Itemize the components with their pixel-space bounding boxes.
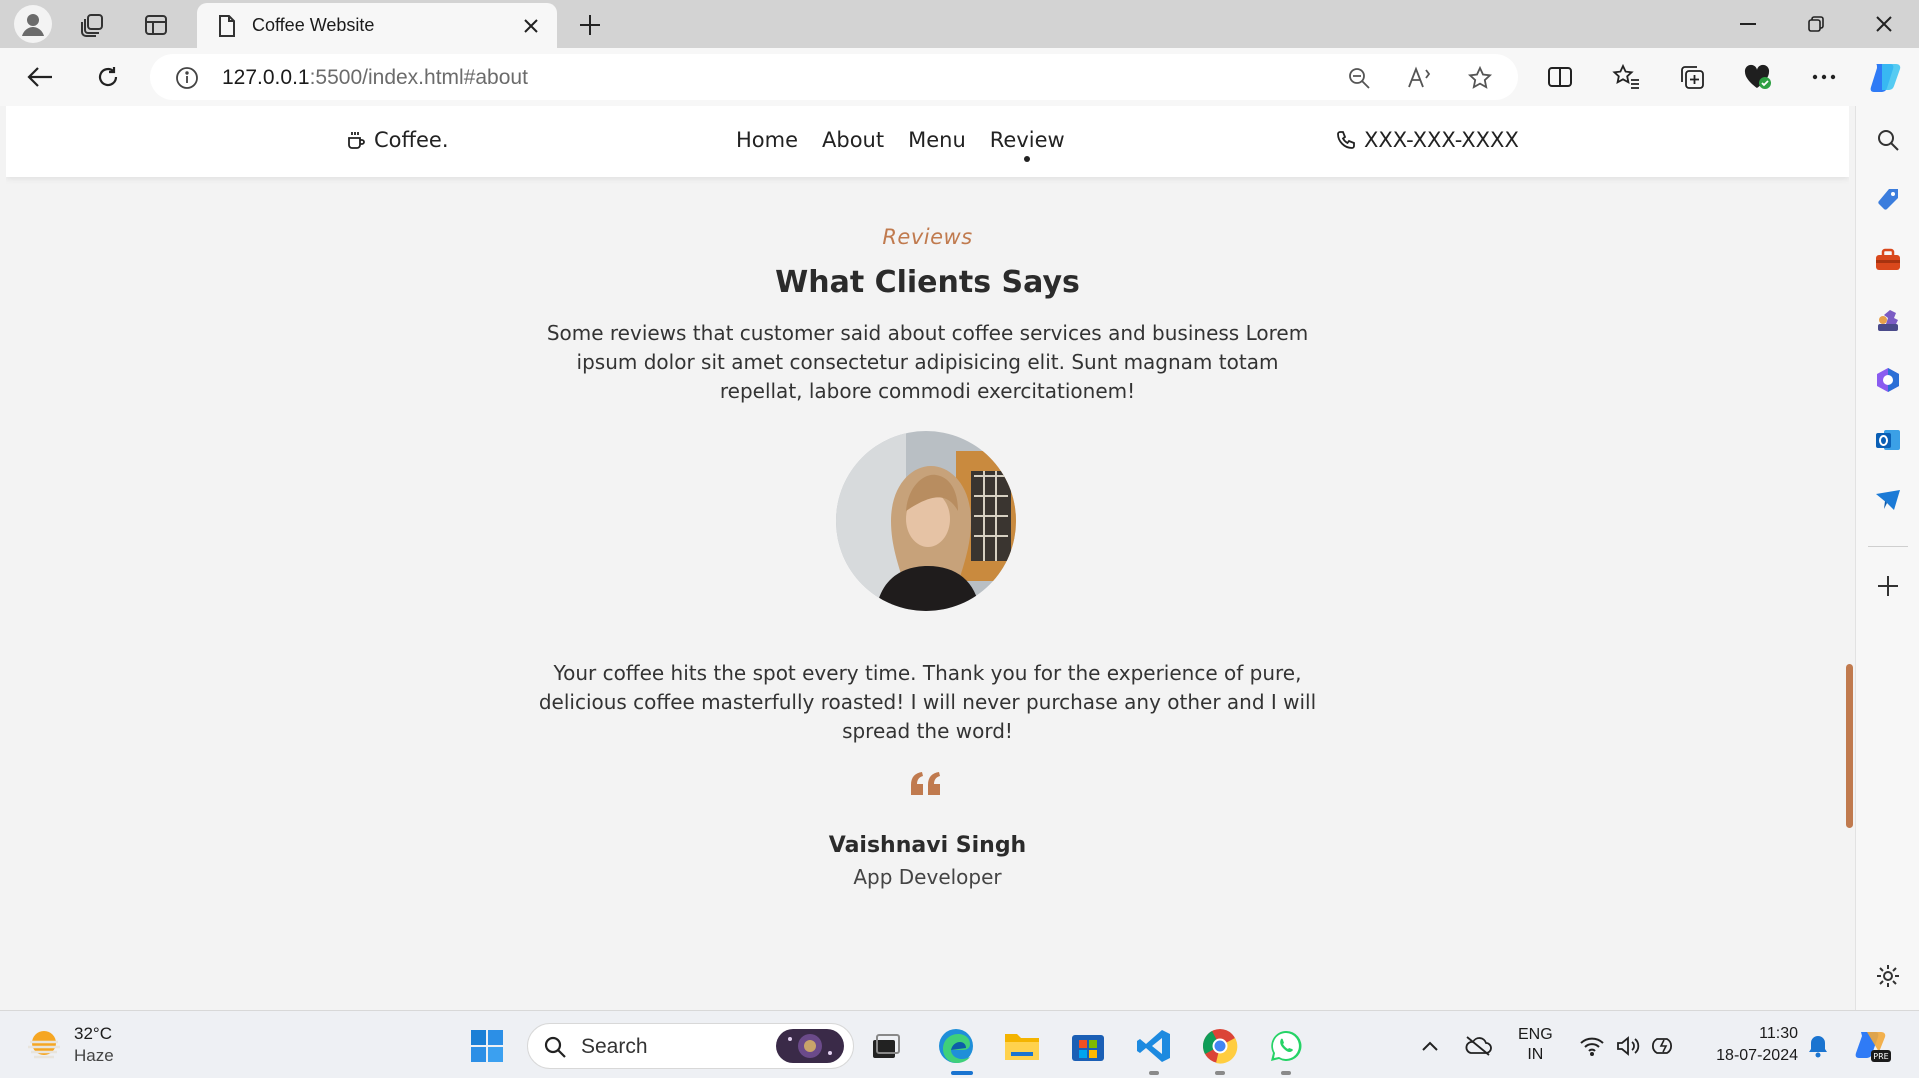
haze-sun-icon [26, 1027, 62, 1063]
vscode-icon[interactable] [1133, 1025, 1175, 1067]
chrome-indicator [1215, 1071, 1225, 1075]
file-explorer-icon[interactable] [1001, 1025, 1043, 1067]
vertical-tabs-icon[interactable] [141, 10, 171, 40]
weather-condition: Haze [74, 1046, 114, 1065]
page-icon [215, 13, 239, 39]
sidebar-divider [1868, 546, 1908, 547]
quote-mark-icon [901, 767, 951, 801]
microsoft-store-icon[interactable] [1067, 1025, 1109, 1067]
svg-text:PRE: PRE [1873, 1052, 1888, 1061]
nav-menu[interactable]: Menu [908, 128, 966, 152]
phone-contact[interactable]: XXX-XXX-XXXX [1336, 128, 1519, 152]
whatsapp-icon[interactable] [1265, 1025, 1307, 1067]
profile-icon[interactable] [14, 5, 52, 43]
url-host: 127.0.0.1 [222, 66, 310, 89]
browser-toolbar: 127.0.0.1:5500/index.html#about [0, 48, 1919, 106]
site-logo[interactable]: Coffee. [346, 128, 449, 152]
new-tab-icon[interactable] [575, 10, 605, 40]
section-heading: What Clients Says [775, 265, 1080, 300]
phone-icon [1336, 130, 1356, 150]
nav-home[interactable]: Home [736, 128, 798, 152]
url-path: :5500/index.html#about [309, 66, 528, 89]
nav-about[interactable]: About [822, 128, 884, 152]
clock-time: 11:30 [1759, 1025, 1798, 1042]
url-text[interactable]: 127.0.0.1:5500/index.html#about [222, 66, 528, 90]
close-tab-icon[interactable] [519, 14, 543, 38]
favorite-star-icon[interactable] [1467, 65, 1493, 91]
logo-text: Coffee. [374, 128, 449, 152]
sidebar-settings-icon[interactable] [1870, 958, 1906, 994]
edge-browser-icon[interactable] [935, 1025, 977, 1067]
workspaces-icon[interactable] [78, 10, 108, 40]
reviews-section: Reviews What Clients Says Some reviews t… [6, 177, 1849, 976]
games-icon[interactable] [1870, 302, 1906, 338]
review-quote-text: Your coffee hits the spot every time. Th… [538, 661, 1317, 743]
favorites-icon[interactable] [1610, 61, 1642, 93]
edge-active-indicator [951, 1071, 973, 1075]
show-hidden-icons-icon[interactable] [1409, 1025, 1451, 1067]
nav-review[interactable]: Review [990, 128, 1065, 162]
site-navbar: Coffee. Home About Menu Review XXX-XXX-X… [6, 106, 1849, 177]
close-window-icon[interactable] [1851, 0, 1917, 48]
vscode-indicator [1149, 1071, 1159, 1075]
telegram-send-icon[interactable] [1870, 482, 1906, 518]
weather-widget[interactable]: 32°C Haze [26, 1023, 114, 1067]
microsoft-365-icon[interactable] [1870, 362, 1906, 398]
windows-taskbar: 32°C Haze Search ENG IN 11:30 18-07-2024… [0, 1010, 1919, 1078]
weather-temperature: 32°C [74, 1024, 112, 1043]
coffee-cup-icon [346, 130, 366, 150]
phone-number: XXX-XXX-XXXX [1364, 128, 1519, 152]
site-info-icon[interactable] [174, 65, 200, 91]
read-aloud-icon[interactable] [1407, 65, 1433, 91]
address-bar[interactable]: 127.0.0.1:5500/index.html#about [150, 54, 1518, 100]
tools-icon[interactable] [1870, 242, 1906, 278]
refresh-icon[interactable] [90, 60, 126, 94]
reviewer-avatar [836, 431, 1016, 611]
page-viewport: Coffee. Home About Menu Review XXX-XXX-X… [6, 106, 1849, 976]
back-icon[interactable] [22, 60, 58, 94]
taskbar-search-placeholder: Search [581, 1035, 648, 1058]
minimize-icon[interactable] [1715, 0, 1781, 48]
shopping-tag-icon[interactable] [1870, 182, 1906, 218]
tab-active[interactable]: Coffee Website [197, 3, 557, 48]
reviewer-name: Vaishnavi Singh [828, 833, 1027, 858]
whatsapp-indicator [1281, 1071, 1291, 1075]
taskbar-search-icon [542, 1034, 568, 1060]
battery-charging-icon[interactable] [1643, 1025, 1685, 1067]
tab-strip: Coffee Website [0, 0, 1919, 48]
reviewer-role: App Developer [853, 865, 1002, 889]
tab-title: Coffee Website [252, 15, 375, 35]
copilot-icon[interactable] [1867, 58, 1905, 96]
language-code: ENG [1518, 1026, 1553, 1043]
taskbar-search[interactable]: Search [527, 1023, 854, 1069]
sidebar-search-icon[interactable] [1870, 122, 1906, 158]
edge-sidebar [1855, 106, 1919, 1010]
more-options-icon[interactable] [1808, 61, 1840, 93]
input-language[interactable]: ENG IN [1518, 1025, 1553, 1065]
collections-icon[interactable] [1676, 61, 1708, 93]
start-windows-icon[interactable] [466, 1025, 508, 1067]
browser-essentials-icon[interactable] [1742, 61, 1774, 93]
add-sidebar-app-icon[interactable] [1870, 568, 1906, 604]
notification-bell-icon[interactable] [1797, 1025, 1839, 1067]
chrome-icon[interactable] [1199, 1025, 1241, 1067]
main-nav: Home About Menu Review [736, 128, 1065, 162]
zoom-out-icon[interactable] [1346, 65, 1372, 91]
search-highlight-image [776, 1029, 844, 1063]
region-code: IN [1527, 1046, 1544, 1063]
restore-icon[interactable] [1783, 0, 1849, 48]
copilot-preview-icon[interactable]: PRE [1851, 1025, 1893, 1067]
system-clock[interactable]: 11:30 18-07-2024 [1698, 1023, 1798, 1067]
clock-date: 18-07-2024 [1716, 1047, 1798, 1064]
task-view-icon[interactable] [865, 1025, 907, 1067]
split-screen-icon[interactable] [1544, 61, 1576, 93]
page-scrollbar[interactable] [1846, 664, 1853, 828]
outlook-icon[interactable] [1870, 422, 1906, 458]
section-eyebrow: Reviews [882, 225, 973, 249]
section-intro: Some reviews that customer said about co… [546, 321, 1309, 403]
onedrive-offline-icon[interactable] [1457, 1025, 1499, 1067]
